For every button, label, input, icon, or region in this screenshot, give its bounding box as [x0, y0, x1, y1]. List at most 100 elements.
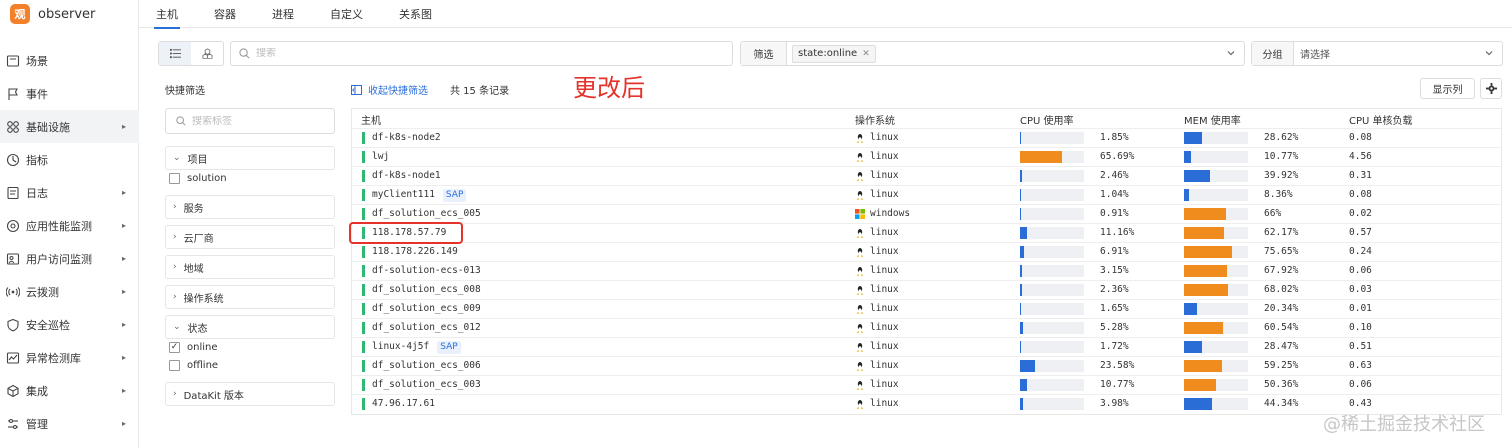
- sidebar-item-9[interactable]: 异常检测库 ▸: [0, 341, 139, 374]
- chevron-right-icon: ▸: [121, 353, 126, 362]
- filter-tag[interactable]: state:online ✕: [792, 44, 876, 63]
- host-name[interactable]: myClient111 SAP: [372, 189, 467, 202]
- sidebar-item-1[interactable]: 事件: [0, 77, 139, 110]
- column-os[interactable]: 操作系统: [855, 112, 895, 127]
- mem-usage-bar: [1184, 284, 1248, 296]
- quick-filter-title: 快捷筛选: [165, 86, 205, 97]
- filter-bar[interactable]: 筛选 state:online ✕: [740, 41, 1245, 66]
- facet-option[interactable]: offline: [169, 360, 218, 371]
- os-cell: linux: [855, 265, 899, 276]
- host-name[interactable]: df_solution_ecs_005: [372, 208, 481, 219]
- sap-badge: SAP: [437, 341, 461, 354]
- table-row[interactable]: df_solution_ecs_006 linux 23.58% 59.25% 0.63: [352, 356, 1501, 375]
- host-name[interactable]: df_solution_ecs_009: [372, 303, 481, 314]
- table-row[interactable]: lwj linux 65.69% 10.77% 4.56: [352, 147, 1501, 166]
- table-row[interactable]: df_solution_ecs_005 windows 0.91% 66% 0.02: [352, 204, 1501, 223]
- checkbox-checked[interactable]: ✓: [169, 342, 180, 353]
- table-row[interactable]: df_solution_ecs_012 linux 5.28% 60.54% 0.10: [352, 318, 1501, 337]
- checkbox[interactable]: [169, 360, 180, 371]
- sidebar-item-10[interactable]: 集成 ▸: [0, 374, 139, 407]
- table-row[interactable]: 118.178.57.79 linux 11.16% 62.17% 0.57: [352, 223, 1501, 242]
- table-row[interactable]: 118.178.226.149 linux 6.91% 75.65% 0.24: [352, 242, 1501, 261]
- search-input[interactable]: [256, 48, 696, 59]
- sidebar-item-7[interactable]: 云拨测 ▸: [0, 275, 139, 308]
- table-row[interactable]: df_solution_ecs_009 linux 1.65% 20.34% 0.01: [352, 299, 1501, 318]
- chevron-down-icon[interactable]: [1226, 48, 1236, 58]
- os-cell: windows: [855, 208, 910, 219]
- list-view-button[interactable]: [159, 42, 191, 65]
- facet-1[interactable]: › 服务: [165, 195, 335, 219]
- linux-icon: [855, 380, 865, 390]
- table-row[interactable]: myClient111 SAP linux 1.04% 8.36% 0.08: [352, 185, 1501, 204]
- chevron-down-icon[interactable]: [1484, 48, 1494, 58]
- tag-search-input[interactable]: [192, 115, 322, 127]
- host-name[interactable]: df_solution_ecs_006: [372, 360, 481, 371]
- cpu-load-value: 0.08: [1349, 189, 1372, 200]
- host-name[interactable]: df-k8s-node2: [372, 132, 441, 143]
- search-bar[interactable]: [230, 41, 733, 66]
- table-row[interactable]: linux-4j5f SAP linux 1.72% 28.47% 0.51: [352, 337, 1501, 356]
- os-label: linux: [870, 246, 899, 257]
- mem-usage-value: 50.36%: [1264, 379, 1299, 390]
- host-name[interactable]: 118.178.226.149: [372, 246, 458, 257]
- status-indicator: [362, 265, 365, 277]
- table-row[interactable]: df-k8s-node1 linux 2.46% 39.92% 0.31: [352, 166, 1501, 185]
- sidebar-item-4[interactable]: 日志 ▸: [0, 176, 139, 209]
- column-mem-usage[interactable]: MEM 使用率: [1184, 112, 1241, 127]
- sidebar-item-11[interactable]: 管理 ▸: [0, 407, 139, 440]
- collapse-quick-filter-button[interactable]: 收起快捷筛选: [351, 82, 428, 97]
- mem-usage-bar: [1184, 170, 1248, 182]
- facet-3[interactable]: › 地域: [165, 255, 335, 279]
- close-icon[interactable]: ✕: [862, 49, 870, 59]
- host-name[interactable]: linux-4j5f SAP: [372, 341, 461, 354]
- host-name[interactable]: df-solution-ecs-013: [372, 265, 481, 276]
- tab-4[interactable]: 关系图: [399, 0, 432, 28]
- tab-1[interactable]: 容器: [214, 0, 236, 28]
- checkbox[interactable]: [169, 173, 180, 184]
- tab-2[interactable]: 进程: [272, 0, 294, 28]
- table-row[interactable]: df_solution_ecs_003 linux 10.77% 50.36% 0.06: [352, 375, 1501, 394]
- sidebar-item-label: 指标: [26, 153, 48, 167]
- facet-5[interactable]: ⌄ 状态: [165, 315, 335, 339]
- settings-button[interactable]: [1480, 78, 1502, 99]
- table-row[interactable]: df-k8s-node2 linux 1.85% 28.62% 0.08: [352, 128, 1501, 147]
- column-host[interactable]: 主机: [361, 112, 381, 127]
- facet-0[interactable]: ⌄ 项目: [165, 146, 335, 170]
- sidebar-item-3[interactable]: 指标: [0, 143, 139, 176]
- cpu-usage-value: 5.28%: [1100, 322, 1129, 333]
- sidebar-item-0[interactable]: 场景: [0, 44, 139, 77]
- sidebar-item-2[interactable]: 基础设施 ▸: [0, 110, 139, 143]
- column-cpu-load[interactable]: CPU 单核负载: [1349, 112, 1413, 127]
- column-cpu-usage[interactable]: CPU 使用率: [1020, 112, 1074, 127]
- facet-option[interactable]: ✓ online: [169, 342, 218, 353]
- sidebar-item-8[interactable]: 安全巡检 ▸: [0, 308, 139, 341]
- sidebar-item-5[interactable]: 应用性能监测 ▸: [0, 209, 139, 242]
- apm-icon: [6, 219, 20, 233]
- facet-option[interactable]: solution: [169, 173, 227, 184]
- honeycomb-view-button[interactable]: [191, 42, 223, 65]
- host-name[interactable]: 47.96.17.61: [372, 398, 435, 409]
- tab-0[interactable]: 主机: [154, 0, 180, 29]
- host-name[interactable]: df-k8s-node1: [372, 170, 441, 181]
- cpu-usage-fill: [1020, 151, 1063, 163]
- facet-6[interactable]: › DataKit 版本: [165, 382, 335, 406]
- group-select[interactable]: 分组 请选择: [1251, 41, 1503, 66]
- cpu-usage-bar: [1020, 398, 1084, 410]
- chevron-right-icon: ›: [173, 389, 177, 399]
- show-columns-button[interactable]: 显示列: [1420, 78, 1475, 99]
- host-name[interactable]: lwj: [372, 151, 389, 162]
- facet-4[interactable]: › 操作系统: [165, 285, 335, 309]
- chevron-right-icon: ▸: [121, 188, 126, 197]
- facet-2[interactable]: › 云厂商: [165, 225, 335, 249]
- host-name[interactable]: df_solution_ecs_012: [372, 322, 481, 333]
- cpu-usage-bar: [1020, 284, 1084, 296]
- tag-search-box[interactable]: [165, 108, 335, 134]
- brand[interactable]: 观 observer: [0, 0, 138, 28]
- tab-3[interactable]: 自定义: [330, 0, 363, 28]
- host-name[interactable]: df_solution_ecs_003: [372, 379, 481, 390]
- sidebar-item-6[interactable]: 用户访问监测 ▸: [0, 242, 139, 275]
- table-row[interactable]: df_solution_ecs_008 linux 2.36% 68.02% 0.03: [352, 280, 1501, 299]
- host-name[interactable]: df_solution_ecs_008: [372, 284, 481, 295]
- table-row[interactable]: df-solution-ecs-013 linux 3.15% 67.92% 0.06: [352, 261, 1501, 280]
- cpu-load-value: 0.43: [1349, 398, 1372, 409]
